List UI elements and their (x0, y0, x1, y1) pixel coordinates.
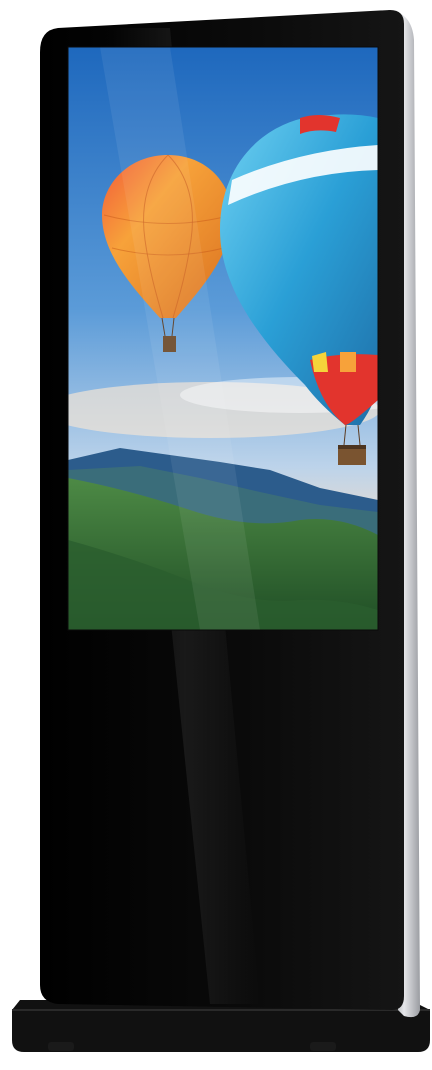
kiosk-product-image (0, 0, 432, 1070)
display-screen (68, 47, 378, 630)
kiosk-illustration (12, 10, 430, 1052)
